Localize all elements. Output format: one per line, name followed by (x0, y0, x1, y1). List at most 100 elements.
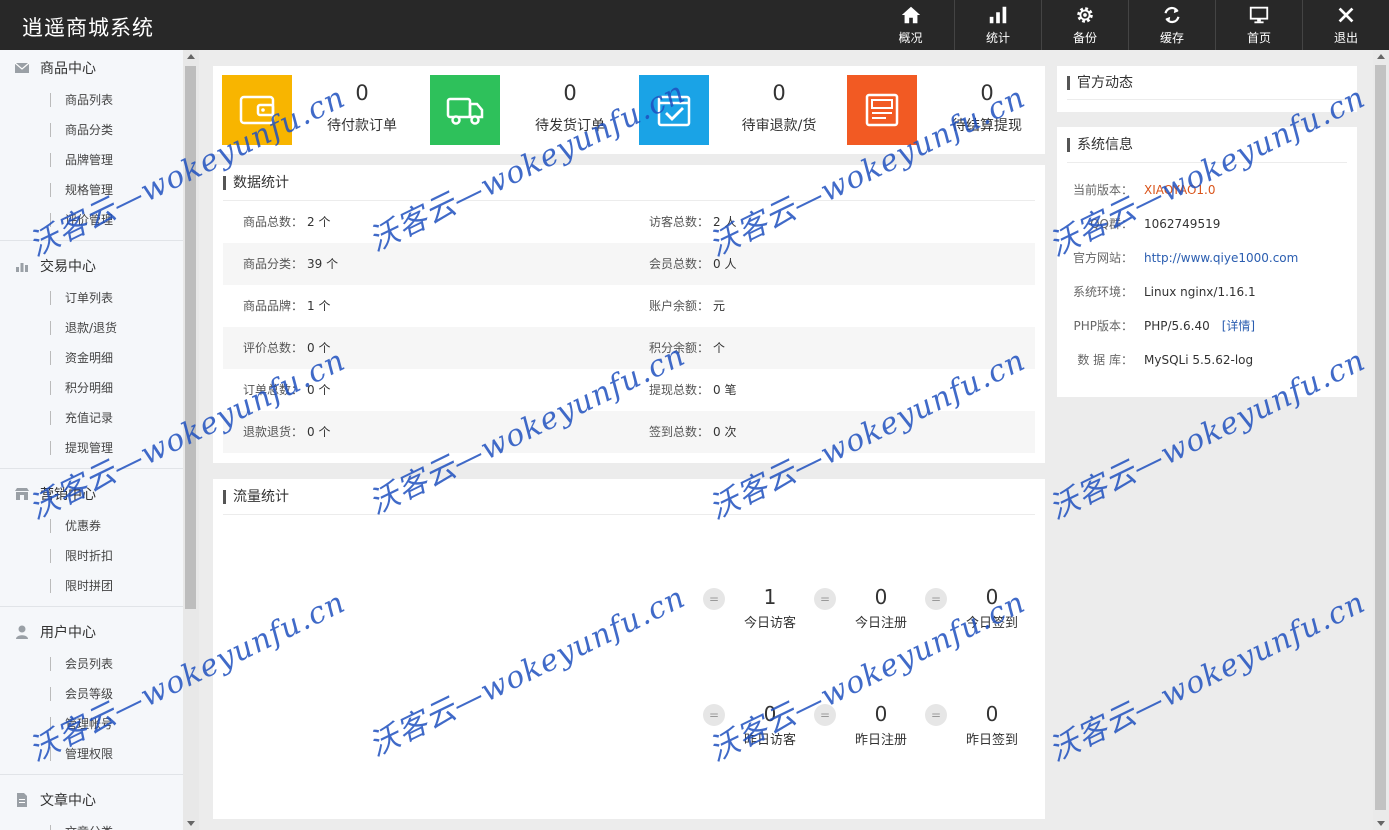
stat-value: 0 次 (713, 425, 737, 439)
card-number: 0 (355, 81, 369, 105)
system-info-panel: 系统信息 当前版本： XIAOYAO1.0 QQ群： 1062749519 官方… (1057, 127, 1357, 397)
sidebar-item-discount[interactable]: 限时折扣 (0, 541, 183, 571)
sidebar-scrollbar[interactable] (183, 50, 199, 830)
stat-value: 0 个 (307, 341, 331, 355)
card-number: 0 (772, 81, 786, 105)
panel-title: 官方动态 (1067, 66, 1347, 100)
sidebar-item-group-buy[interactable]: 限时拼团 (0, 571, 183, 601)
sidebar-item-funds[interactable]: 资金明细 (0, 343, 183, 373)
php-detail-link[interactable]: [详情] (1222, 319, 1255, 333)
nav-home[interactable]: 首页 (1215, 0, 1302, 50)
card-icon-bg (847, 75, 917, 145)
stat-value: 0 个 (307, 425, 331, 439)
sidebar-item-goods-category[interactable]: 商品分类 (0, 115, 183, 145)
top-header: 逍遥商城系统 概况 统计 备份 缓存 首页 退出 (0, 0, 1389, 50)
stat-cell: 会员总数： 0 人 (629, 243, 736, 285)
card-pending-payment[interactable]: 0 待付款订单 (222, 75, 422, 145)
nav-logout[interactable]: 退出 (1302, 0, 1389, 50)
wallet-icon (239, 95, 275, 125)
website-link[interactable]: http://www.qiye1000.com (1144, 241, 1298, 275)
scroll-down-icon[interactable] (187, 821, 195, 826)
close-icon (1338, 7, 1354, 23)
stat-cell: 订单总数： 0 个 (223, 369, 330, 411)
sidebar-item-points[interactable]: 积分明细 (0, 373, 183, 403)
panel-title: 数据统计 (223, 165, 1035, 201)
today-registrations: 0 今日注册 (854, 585, 907, 631)
sidebar-title-user[interactable]: 用户中心 (0, 615, 183, 649)
sidebar-item-spec[interactable]: 规格管理 (0, 175, 183, 205)
scroll-up-icon[interactable] (1377, 54, 1385, 59)
stat-row: 订单总数： 0 个 提现总数： 0 笔 (223, 369, 1035, 411)
card-icon-bg (639, 75, 709, 145)
sidebar-item-member-level[interactable]: 会员等级 (0, 679, 183, 709)
yesterday-checkins: 0 昨日签到 (965, 702, 1018, 748)
sidebar-group-marketing: 营销中心 优惠券 限时折扣 限时拼团 (0, 469, 183, 607)
sidebar-item-goods-list[interactable]: 商品列表 (0, 85, 183, 115)
sidebar-item-refund[interactable]: 退款/退货 (0, 313, 183, 343)
sidebar-title-article[interactable]: 文章中心 (0, 783, 183, 817)
card-label: 待审退款/货 (741, 118, 817, 134)
shop-icon (15, 488, 29, 500)
document-icon (17, 793, 27, 807)
sys-row-website: 官方网站： http://www.qiye1000.com (1057, 241, 1357, 275)
yesterday-visitors: 0 昨日访客 (743, 702, 796, 748)
stat-row: 商品分类： 39 个 会员总数： 0 人 (223, 243, 1035, 285)
yesterday-registrations: 0 昨日注册 (854, 702, 907, 748)
page-scroll-thumb[interactable] (1375, 65, 1386, 810)
nav-cache[interactable]: 缓存 (1128, 0, 1215, 50)
card-number: 0 (563, 81, 577, 105)
nav-backup[interactable]: 备份 (1041, 0, 1128, 50)
sidebar-title-trade[interactable]: 交易中心 (0, 249, 183, 283)
sidebar-group-goods: 商品中心 商品列表 商品分类 品牌管理 规格管理 评价管理 (0, 50, 183, 241)
sidebar-item-members[interactable]: 会员列表 (0, 649, 183, 679)
sidebar-group-user: 用户中心 会员列表 会员等级 管理帐号 管理权限 (0, 607, 183, 775)
sidebar-item-recharge[interactable]: 充值记录 (0, 403, 183, 433)
stat-cell: 访客总数： 2 人 (629, 201, 736, 243)
stat-row: 商品品牌： 1 个 账户余额： 元 (223, 285, 1035, 327)
sys-row-env: 系统环境： Linux nginx/1.16.1 (1072, 285, 1256, 299)
scroll-up-icon[interactable] (187, 54, 195, 59)
monitor-icon (1249, 6, 1269, 24)
traffic-stats-panel: 流量统计 = 1 今日访客 = 0 今日注册 = 0 今日签到 = 0 昨日访客… (213, 479, 1045, 819)
sidebar-title-goods[interactable]: 商品中心 (0, 51, 183, 85)
stat-key: 商品分类： (242, 257, 303, 271)
sidebar-item-admin-accounts[interactable]: 管理帐号 (0, 709, 183, 739)
sidebar-item-review[interactable]: 评价管理 (0, 205, 183, 235)
sidebar-item-coupon[interactable]: 优惠券 (0, 511, 183, 541)
card-pending-settlement[interactable]: 0 待结算提现 (847, 75, 1047, 145)
panel-title: 流量统计 (223, 479, 1035, 515)
sidebar-item-withdraw[interactable]: 提现管理 (0, 433, 183, 463)
stat-cell: 签到总数： 0 次 (629, 411, 736, 453)
stat-value: 2 人 (713, 215, 737, 229)
nav-overview[interactable]: 概况 (867, 0, 954, 50)
bar-chart-icon (989, 6, 1007, 24)
page-scrollbar[interactable] (1373, 50, 1389, 830)
sidebar-item-brand[interactable]: 品牌管理 (0, 145, 183, 175)
summary-cards: 0 待付款订单 0 待发货订单 0 待审退款/货 0 待结算提现 (213, 66, 1045, 154)
card-pending-shipment[interactable]: 0 待发货订单 (430, 75, 630, 145)
receipt-icon (865, 93, 899, 127)
card-label: 待结算提现 (952, 118, 1022, 134)
sidebar-title-marketing[interactable]: 营销中心 (0, 477, 183, 511)
stat-row: 退款退货： 0 个 签到总数： 0 次 (223, 411, 1035, 453)
sidebar-item-admin-permissions[interactable]: 管理权限 (0, 739, 183, 769)
user-icon (16, 625, 28, 639)
today-visitors: 1 今日访客 (743, 585, 796, 631)
card-pending-refund[interactable]: 0 待审退款/货 (639, 75, 839, 145)
sidebar-item-orders[interactable]: 订单列表 (0, 283, 183, 313)
stat-value: 0 个 (307, 383, 331, 397)
nav-stats[interactable]: 统计 (954, 0, 1041, 50)
sidebar-item-article-category[interactable]: 文章分类 (0, 817, 183, 830)
stat-cell: 积分余额： 个 (629, 327, 725, 369)
stat-value: 个 (713, 341, 726, 355)
scroll-down-icon[interactable] (1377, 821, 1385, 826)
stat-key: 提现总数： (648, 383, 709, 397)
sidebar-scroll-thumb[interactable] (185, 66, 196, 609)
stat-key: 签到总数： (648, 425, 709, 439)
mail-icon (14, 62, 30, 73)
sidebar-group-trade: 交易中心 订单列表 退款/退货 资金明细 积分明细 充值记录 提现管理 (0, 241, 183, 469)
stat-key: 评价总数： (242, 341, 303, 355)
stat-value: 0 人 (713, 257, 737, 271)
gear-icon (1077, 7, 1093, 23)
card-label: 待发货订单 (535, 118, 605, 134)
